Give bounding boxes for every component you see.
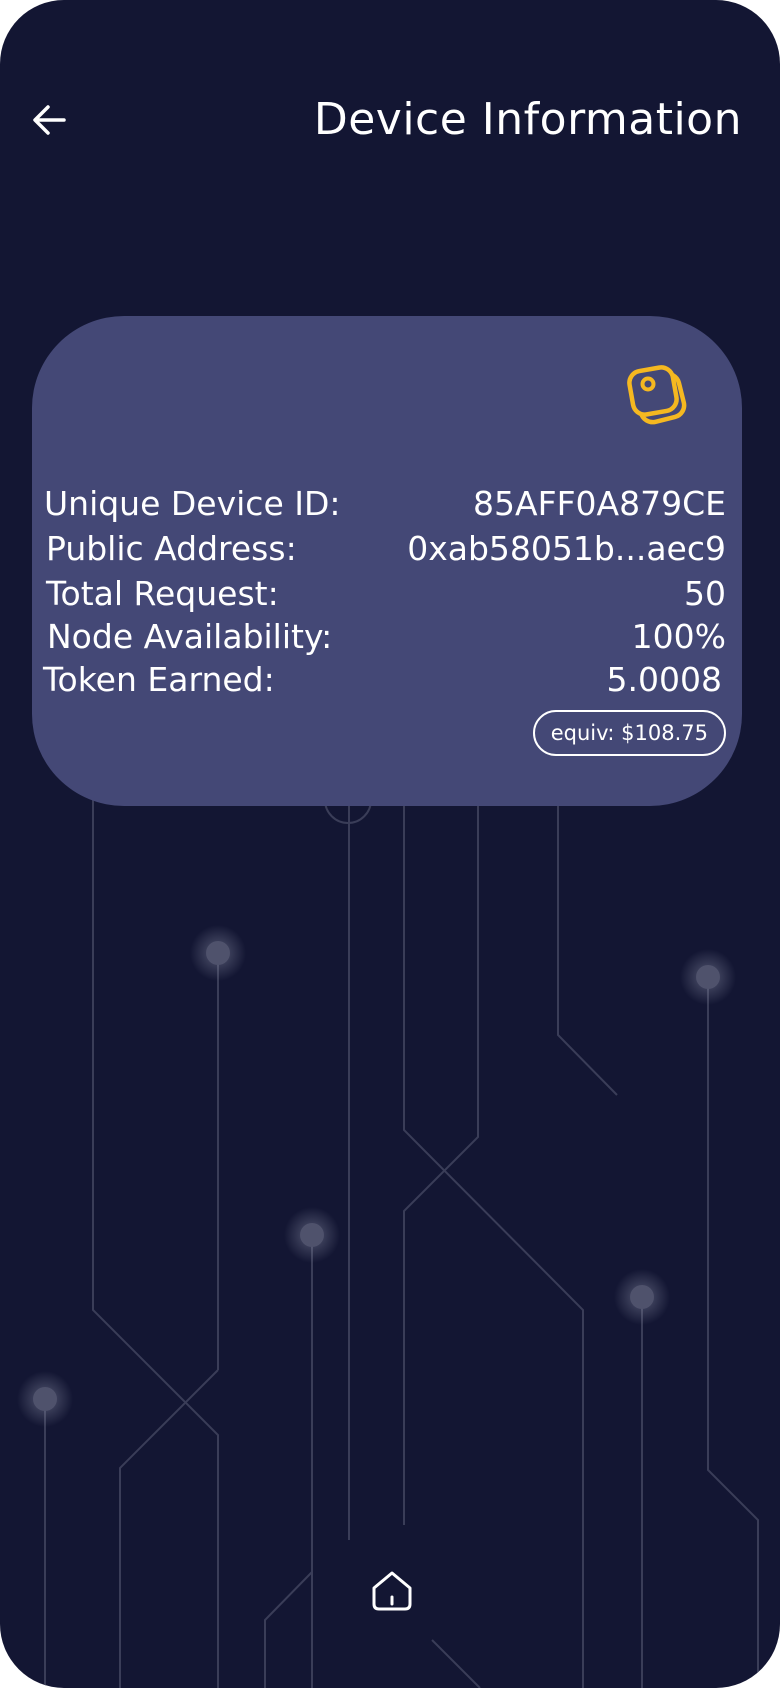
page-title: Device Information [313,94,742,145]
public-address-row: Public Address: 0xab58051b...aec9 [32,527,742,571]
device-id-value: 85AFF0A879CE [473,484,726,523]
device-info-card: Unique Device ID: 85AFF0A879CE Public Ad… [32,316,742,806]
token-earned-row: Token Earned: 5.0008 [32,658,742,702]
home-icon [372,1571,412,1611]
token-earned-value: 5.0008 [606,660,722,699]
node-availability-row: Node Availability: 100% [32,615,742,659]
arrow-left-icon [33,105,66,135]
device-information-screen: Device Information Unique Device ID: 85A… [0,0,780,1688]
token-earned-label: Token Earned: [43,660,275,699]
node-availability-value: 100% [631,617,726,656]
node-availability-label: Node Availability: [47,617,333,656]
circuit-background [17,776,759,1688]
device-id-row: Unique Device ID: 85AFF0A879CE [32,482,742,526]
device-node-icon [627,365,687,425]
public-address-label: Public Address: [46,529,297,568]
total-request-label: Total Request: [46,574,279,613]
device-id-label: Unique Device ID: [44,484,341,523]
home-button[interactable] [364,1562,420,1618]
equiv-value-badge: equiv: $108.75 [532,710,726,756]
back-button[interactable] [22,92,78,148]
total-request-row: Total Request: 50 [32,572,742,616]
total-request-value: 50 [684,574,726,613]
public-address-value: 0xab58051b...aec9 [407,529,726,568]
